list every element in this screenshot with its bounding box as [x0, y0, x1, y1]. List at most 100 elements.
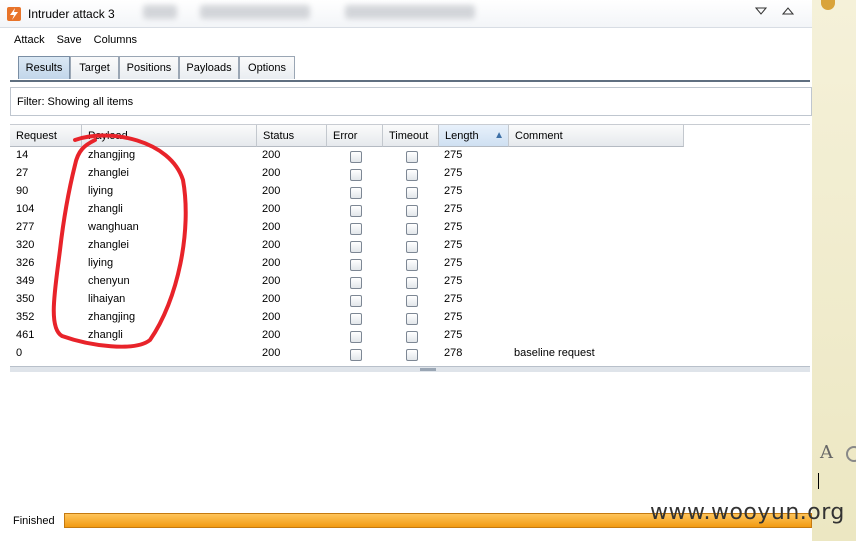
menu-save[interactable]: Save — [55, 34, 84, 50]
error-checkbox[interactable] — [350, 223, 362, 235]
cell-request: 277 — [16, 221, 35, 233]
filter-bar[interactable]: Filter: Showing all items — [10, 87, 812, 116]
cell-request: 0 — [16, 347, 23, 359]
font-icon[interactable]: A — [820, 442, 833, 463]
timeout-checkbox[interactable] — [406, 349, 418, 361]
cell-payload: zhangjing — [88, 149, 136, 161]
tab-options[interactable]: Options — [239, 56, 295, 79]
cell-status: 200 — [262, 221, 281, 233]
cell-length: 275 — [444, 275, 463, 287]
menu-attack[interactable]: Attack — [12, 34, 47, 50]
timeout-checkbox[interactable] — [406, 205, 418, 217]
cell-status: 200 — [262, 347, 281, 359]
table-row[interactable]: 104 zhangli 200 275 — [10, 201, 684, 219]
table-row[interactable]: 90 liying 200 275 — [10, 183, 684, 201]
cell-status: 200 — [262, 149, 281, 161]
cell-length: 275 — [444, 221, 463, 233]
maximize-button[interactable] — [779, 3, 797, 21]
cell-payload: zhanglei — [88, 167, 129, 179]
cell-request: 27 — [16, 167, 29, 179]
status-text: Finished — [13, 515, 55, 527]
table-row[interactable]: 0 200 278 baseline request — [10, 345, 684, 363]
cell-request: 104 — [16, 203, 35, 215]
cell-status: 200 — [262, 203, 281, 215]
cell-length: 278 — [444, 347, 463, 359]
window-title: Intruder attack 3 — [28, 7, 115, 21]
error-checkbox[interactable] — [350, 349, 362, 361]
timeout-checkbox[interactable] — [406, 295, 418, 307]
cell-status: 200 — [262, 275, 281, 287]
blurred-taskbar-item — [345, 5, 475, 19]
cell-payload: zhanglei — [88, 239, 129, 251]
chevron-down-icon — [754, 7, 768, 15]
table-row[interactable]: 350 lihaiyan 200 275 — [10, 291, 684, 309]
timeout-checkbox[interactable] — [406, 187, 418, 199]
menu-columns[interactable]: Columns — [92, 34, 139, 50]
burp-app-icon — [7, 7, 21, 21]
timeout-checkbox[interactable] — [406, 313, 418, 325]
column-header-length-label: Length — [445, 130, 479, 142]
text-cursor — [818, 473, 819, 489]
timeout-checkbox[interactable] — [406, 223, 418, 235]
column-header-error[interactable]: Error — [327, 125, 383, 147]
tab-target[interactable]: Target — [70, 56, 119, 79]
timeout-checkbox[interactable] — [406, 331, 418, 343]
cell-length: 275 — [444, 149, 463, 161]
table-row[interactable]: 14 zhangjing 200 275 — [10, 147, 684, 165]
tab-payloads[interactable]: Payloads — [179, 56, 239, 79]
detail-pane — [10, 372, 810, 504]
tab-results[interactable]: Results — [18, 56, 70, 79]
watermark: www.wooyun.org — [650, 500, 845, 525]
title-bar: Intruder attack 3 — [0, 0, 812, 28]
cell-status: 200 — [262, 329, 281, 341]
cell-request: 461 — [16, 329, 35, 341]
cell-status: 200 — [262, 311, 281, 323]
column-header-payload[interactable]: Payload — [82, 125, 257, 147]
table-row[interactable]: 277 wanghuan 200 275 — [10, 219, 684, 237]
table-row[interactable]: 461 zhangli 200 275 — [10, 327, 684, 345]
cell-length: 275 — [444, 185, 463, 197]
error-checkbox[interactable] — [350, 259, 362, 271]
cell-status: 200 — [262, 239, 281, 251]
column-header-status[interactable]: Status — [257, 125, 327, 147]
error-checkbox[interactable] — [350, 331, 362, 343]
timeout-checkbox[interactable] — [406, 151, 418, 163]
error-checkbox[interactable] — [350, 277, 362, 289]
timeout-checkbox[interactable] — [406, 241, 418, 253]
timeout-checkbox[interactable] — [406, 259, 418, 271]
table-row[interactable]: 352 zhangjing 200 275 — [10, 309, 684, 327]
cell-status: 200 — [262, 167, 281, 179]
filter-label: Filter: Showing all items — [17, 96, 134, 108]
error-checkbox[interactable] — [350, 169, 362, 181]
timeout-checkbox[interactable] — [406, 169, 418, 181]
error-checkbox[interactable] — [350, 187, 362, 199]
error-checkbox[interactable] — [350, 313, 362, 325]
tab-positions[interactable]: Positions — [119, 56, 179, 79]
table-row[interactable]: 326 liying 200 275 — [10, 255, 684, 273]
error-checkbox[interactable] — [350, 151, 362, 163]
chevron-up-icon — [781, 7, 795, 15]
cell-request: 326 — [16, 257, 35, 269]
timeout-checkbox[interactable] — [406, 277, 418, 289]
emoji-icon[interactable] — [846, 446, 856, 462]
column-header-request[interactable]: Request — [10, 125, 82, 147]
cell-request: 349 — [16, 275, 35, 287]
cell-status: 200 — [262, 293, 281, 305]
table-row[interactable]: 349 chenyun 200 275 — [10, 273, 684, 291]
table-row[interactable]: 320 zhanglei 200 275 — [10, 237, 684, 255]
error-checkbox[interactable] — [350, 295, 362, 307]
column-header-length[interactable]: Length ▲ — [439, 125, 509, 147]
cell-payload: liying — [88, 185, 114, 197]
cell-comment: baseline request — [514, 347, 595, 359]
column-header-comment[interactable]: Comment — [509, 125, 684, 147]
error-checkbox[interactable] — [350, 241, 362, 253]
cell-payload: liying — [88, 257, 114, 269]
table-row[interactable]: 27 zhanglei 200 275 — [10, 165, 684, 183]
cell-status: 200 — [262, 185, 281, 197]
cell-request: 352 — [16, 311, 35, 323]
minimize-button[interactable] — [752, 3, 770, 21]
column-header-timeout[interactable]: Timeout — [383, 125, 439, 147]
cell-status: 200 — [262, 257, 281, 269]
splitter-grip-icon[interactable] — [420, 368, 436, 371]
error-checkbox[interactable] — [350, 205, 362, 217]
